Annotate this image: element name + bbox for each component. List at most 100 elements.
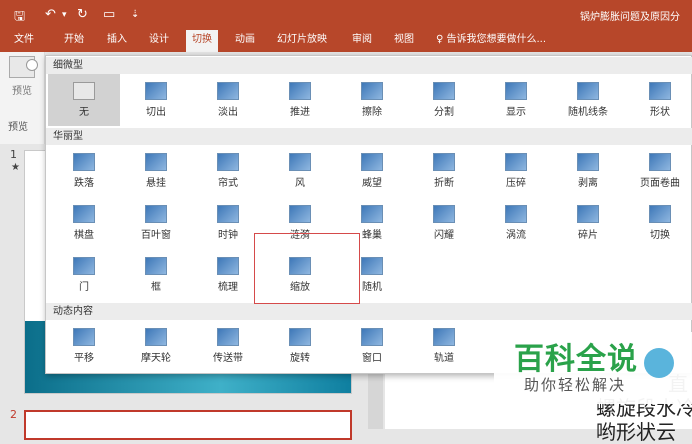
transition-icon xyxy=(289,205,311,223)
transition-1-19[interactable]: 框 xyxy=(120,249,192,301)
transition-0-1[interactable]: 切出 xyxy=(120,74,192,126)
ribbon-tab-bar: 文件 开始 插入 设计 切换 动画 幻灯片放映 审阅 视图 ♀ 告诉我您想要做什… xyxy=(0,30,692,52)
transition-icon xyxy=(73,153,95,171)
transition-1-8[interactable]: 页面卷曲 xyxy=(624,145,692,197)
transition-1-1[interactable]: 悬挂 xyxy=(120,145,192,197)
transition-icon xyxy=(361,257,383,275)
transition-icon xyxy=(145,328,167,346)
tab-design[interactable]: 设计 xyxy=(143,30,175,52)
transition-label: 窗口 xyxy=(362,353,382,364)
transition-label: 无 xyxy=(79,107,89,118)
transition-1-9[interactable]: 棋盘 xyxy=(48,197,120,249)
transition-icon xyxy=(289,153,311,171)
ribbon-preview-group: 预览 预览 xyxy=(0,52,45,144)
transition-2-5[interactable]: 轨道 xyxy=(408,320,480,372)
transition-label: 旋转 xyxy=(290,353,310,364)
tab-insert[interactable]: 插入 xyxy=(101,30,133,52)
transition-1-5[interactable]: 折断 xyxy=(408,145,480,197)
tab-review[interactable]: 审阅 xyxy=(346,30,378,52)
transition-label: 随机线条 xyxy=(568,107,608,118)
transition-label: 框 xyxy=(151,282,161,293)
preview-icon xyxy=(9,56,38,78)
transition-1-3[interactable]: 风 xyxy=(264,145,336,197)
transition-0-2[interactable]: 淡出 xyxy=(192,74,264,126)
transition-0-3[interactable]: 推进 xyxy=(264,74,336,126)
customize-icon[interactable]: ⇣ xyxy=(131,9,139,20)
transition-icon xyxy=(505,82,527,100)
transition-icon xyxy=(649,82,671,100)
tab-transitions[interactable]: 切换 xyxy=(186,30,218,52)
transition-gallery: 细微型无 切出 淡出 推进 擦除 分割 显示 随机线条 形状 华丽型 跌落 悬挂 帘式 风 威望 折断 压碎 剥离… xyxy=(45,55,692,374)
transition-label: 推进 xyxy=(290,107,310,118)
transition-0-8[interactable]: 形状 xyxy=(624,74,692,126)
transition-icon xyxy=(433,153,455,171)
transition-icon xyxy=(433,205,455,223)
tab-slideshow[interactable]: 幻灯片放映 xyxy=(271,30,333,52)
transition-1-0[interactable]: 跌落 xyxy=(48,145,120,197)
transition-2-4[interactable]: 窗口 xyxy=(336,320,408,372)
transition-1-16[interactable]: 碎片 xyxy=(552,197,624,249)
transition-label: 显示 xyxy=(506,107,526,118)
preview-button[interactable]: 预览 xyxy=(4,56,40,102)
transition-2-0[interactable]: 平移 xyxy=(48,320,120,372)
transition-label: 碎片 xyxy=(578,230,598,241)
transition-icon xyxy=(361,82,383,100)
transition-icon xyxy=(577,153,599,171)
transition-label: 跌落 xyxy=(74,178,94,189)
transition-icon xyxy=(217,82,239,100)
transition-1-7[interactable]: 剥离 xyxy=(552,145,624,197)
transition-label: 轨道 xyxy=(434,353,454,364)
dropdown-icon[interactable]: ▾ xyxy=(62,10,67,20)
transition-1-2[interactable]: 帘式 xyxy=(192,145,264,197)
transition-icon xyxy=(73,328,95,346)
preview-button-label: 预览 xyxy=(12,86,32,97)
transition-1-10[interactable]: 百叶窗 xyxy=(120,197,192,249)
transition-icon xyxy=(145,205,167,223)
redo-icon[interactable]: ↻ xyxy=(77,7,88,22)
tab-animations[interactable]: 动画 xyxy=(229,30,261,52)
transition-0-5[interactable]: 分割 xyxy=(408,74,480,126)
slide-number: 2 xyxy=(10,408,17,421)
transition-label: 传送带 xyxy=(213,353,243,364)
transition-1-17[interactable]: 切换 xyxy=(624,197,692,249)
transition-1-4[interactable]: 威望 xyxy=(336,145,408,197)
transition-label: 棋盘 xyxy=(74,230,94,241)
transition-label: 切出 xyxy=(146,107,166,118)
highlight-box xyxy=(254,233,360,304)
transition-label: 页面卷曲 xyxy=(640,178,680,189)
transition-label: 闪耀 xyxy=(434,230,454,241)
tab-file[interactable]: 文件 xyxy=(8,30,40,52)
transition-label: 悬挂 xyxy=(146,178,166,189)
transition-label: 擦除 xyxy=(362,107,382,118)
transition-1-15[interactable]: 涡流 xyxy=(480,197,552,249)
title-bar: 🖫 ↶ ▾ ↻ ▭ ⇣ 锅炉膨胀问题及原因分 xyxy=(0,0,692,30)
slide-thumbnail-2[interactable] xyxy=(24,410,352,440)
transition-1-6[interactable]: 压碎 xyxy=(480,145,552,197)
transition-icon xyxy=(217,153,239,171)
transition-icon xyxy=(649,153,671,171)
transition-0-6[interactable]: 显示 xyxy=(480,74,552,126)
transition-1-14[interactable]: 闪耀 xyxy=(408,197,480,249)
transition-icon xyxy=(145,257,167,275)
transition-label: 帘式 xyxy=(218,178,238,189)
transition-icon xyxy=(145,153,167,171)
transition-icon xyxy=(73,82,95,100)
tell-me-search[interactable]: ♀ 告诉我您想要做什么... xyxy=(436,30,546,52)
transition-icon xyxy=(649,205,671,223)
transition-0-7[interactable]: 随机线条 xyxy=(552,74,624,126)
transition-label: 门 xyxy=(79,282,89,293)
transition-icon xyxy=(577,205,599,223)
present-icon[interactable]: ▭ xyxy=(103,7,115,22)
tab-view[interactable]: 视图 xyxy=(388,30,420,52)
tab-home[interactable]: 开始 xyxy=(58,30,90,52)
transition-2-3[interactable]: 旋转 xyxy=(264,320,336,372)
transition-0-0[interactable]: 无 xyxy=(48,74,120,126)
undo-icon[interactable]: ↶ xyxy=(45,7,56,22)
animation-star-icon: ★ xyxy=(11,162,20,173)
transition-icon xyxy=(73,205,95,223)
transition-2-2[interactable]: 传送带 xyxy=(192,320,264,372)
save-icon[interactable]: 🖫 xyxy=(14,7,25,29)
transition-2-1[interactable]: 摩天轮 xyxy=(120,320,192,372)
transition-0-4[interactable]: 擦除 xyxy=(336,74,408,126)
transition-1-18[interactable]: 门 xyxy=(48,249,120,301)
